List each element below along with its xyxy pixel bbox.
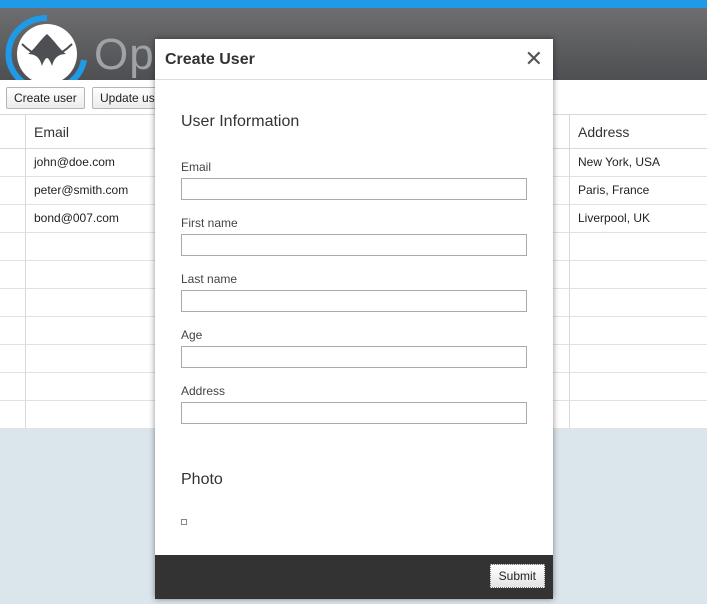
column-header-address[interactable]: Address [578, 124, 629, 140]
create-user-button[interactable]: Create user [6, 87, 85, 109]
photo-upload-placeholder[interactable] [181, 519, 187, 525]
first-name-field[interactable] [181, 234, 527, 256]
top-accent-bar [0, 0, 707, 8]
dialog-divider [155, 79, 553, 80]
create-user-dialog: Create User ✕ User Information Email Fir… [155, 39, 553, 599]
cell-email: peter@smith.com [34, 183, 129, 197]
close-icon[interactable]: ✕ [525, 48, 543, 70]
submit-button[interactable]: Submit [489, 564, 545, 588]
last-name-field[interactable] [181, 290, 527, 312]
cell-email: john@doe.com [34, 155, 115, 169]
address-label: Address [181, 384, 226, 398]
address-field[interactable] [181, 402, 527, 424]
first-name-label: First name [181, 216, 238, 230]
dialog-title: Create User [165, 51, 255, 68]
cell-address: New York, USA [578, 155, 661, 169]
last-name-label: Last name [181, 272, 238, 286]
dialog-footer: Submit [155, 555, 553, 599]
phoenix-logo-icon [5, 14, 87, 86]
age-label: Age [181, 328, 203, 342]
cell-address: Paris, France [578, 183, 650, 197]
section-title-photo: Photo [181, 471, 223, 488]
email-label: Email [181, 160, 212, 174]
cell-email: bond@007.com [34, 211, 119, 225]
email-field[interactable] [181, 178, 527, 200]
cell-address: Liverpool, UK [578, 211, 651, 225]
column-header-email[interactable]: Email [34, 124, 69, 140]
age-field[interactable] [181, 346, 527, 368]
section-title-user-information: User Information [181, 113, 300, 130]
